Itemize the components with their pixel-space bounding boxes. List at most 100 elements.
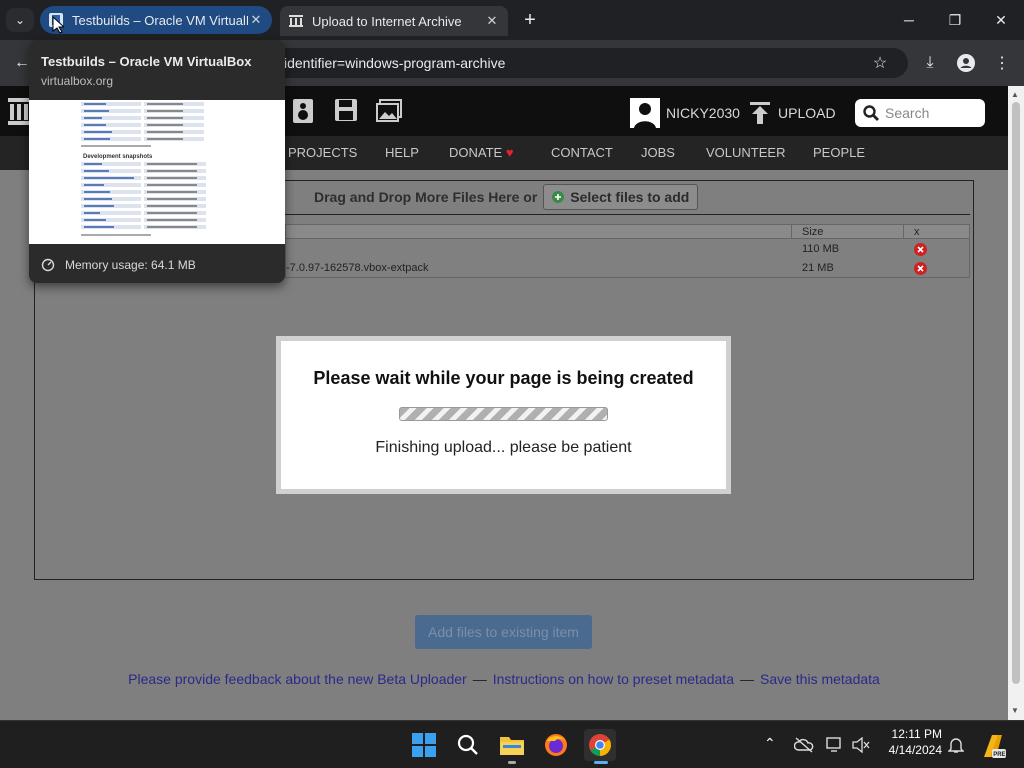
nav-jobs[interactable]: JOBS	[641, 136, 675, 170]
modal-status: Finishing upload... please be patient	[375, 439, 632, 456]
notification-bell-icon[interactable]	[948, 736, 964, 754]
table-row: -7.0.97-162578.vbox-extpack 21 MB	[286, 259, 969, 278]
progress-modal: Please wait while your page is being cre…	[276, 336, 731, 494]
memory-usage-text: Memory usage: 64.1 MB	[65, 258, 196, 272]
profile-icon[interactable]	[954, 51, 978, 75]
nav-donate-label: DONATE	[449, 145, 503, 160]
progress-bar	[399, 407, 608, 421]
svg-text:PRE: PRE	[993, 752, 1005, 758]
minimize-button[interactable]: ─	[886, 0, 932, 40]
network-display-icon[interactable]	[826, 737, 844, 753]
nav-donate[interactable]: DONATE ♥	[449, 136, 514, 170]
upload-link[interactable]: UPLOAD	[750, 100, 836, 126]
search-input[interactable]: Search	[855, 99, 985, 127]
column-divider	[791, 225, 792, 239]
scroll-up-icon[interactable]: ▲	[1011, 90, 1019, 99]
bookmark-star-icon[interactable]: ☆	[868, 51, 892, 75]
address-text: identifier=windows-program-archive	[284, 55, 506, 71]
hover-card-url: virtualbox.org	[41, 74, 114, 88]
drop-zone[interactable]: Drag and Drop More Files Here or Select …	[314, 184, 699, 210]
tab-hover-card: Testbuilds – Oracle VM VirtualBox virtua…	[29, 40, 285, 283]
search-taskbar-icon[interactable]	[452, 729, 484, 761]
select-files-button[interactable]: Select files to add	[543, 184, 699, 210]
tab-close-icon[interactable]: ✕	[484, 13, 500, 29]
gauge-icon	[41, 258, 55, 272]
tab-title: Upload to Internet Archive	[312, 13, 462, 29]
search-icon	[863, 105, 879, 121]
user-account[interactable]: NICKY2030	[630, 98, 740, 128]
close-window-button[interactable]: ✕	[978, 0, 1024, 40]
archive-logo-icon[interactable]	[8, 96, 30, 126]
download-icon[interactable]: ⤓	[918, 51, 942, 75]
nav-help[interactable]: HELP	[385, 136, 419, 170]
clock-time: 12:11 PM	[891, 727, 942, 741]
upload-label: UPLOAD	[778, 105, 836, 121]
upload-arrow-icon	[750, 102, 770, 124]
tab-internet-archive[interactable]: Upload to Internet Archive ✕	[280, 6, 508, 36]
firefox-icon[interactable]	[540, 729, 572, 761]
drop-text: Drag and Drop More Files Here or	[314, 189, 538, 205]
divider	[285, 214, 970, 215]
onedrive-offline-icon[interactable]	[794, 737, 814, 753]
tab-close-icon[interactable]: ✕	[248, 12, 264, 28]
tab-search-button[interactable]: ⌄	[6, 8, 34, 32]
footer-links: Please provide feedback about the new Be…	[0, 671, 1008, 687]
modal-title: Please wait while your page is being cre…	[313, 368, 694, 388]
tab-title: Testbuilds – Oracle VM VirtualBox	[72, 12, 248, 28]
instructions-link[interactable]: Instructions on how to preset metadata	[493, 671, 734, 687]
nav-projects[interactable]: PROJECTS	[288, 136, 357, 170]
remove-header: x	[914, 226, 920, 238]
separator: —	[472, 671, 487, 687]
tab-virtualbox[interactable]: Testbuilds – Oracle VM VirtualBox ✕	[40, 6, 272, 34]
file-name: -7.0.97-162578.vbox-extpack	[286, 262, 429, 274]
select-files-label: Select files to add	[570, 189, 690, 205]
heart-icon: ♥	[505, 145, 514, 160]
remove-file-icon[interactable]	[914, 262, 927, 275]
archive-favicon-icon	[289, 15, 303, 27]
file-size: 21 MB	[802, 262, 834, 274]
add-to-existing-button[interactable]: Add files to existing item	[415, 615, 592, 649]
show-hidden-icons-chevron-icon[interactable]: ⌃	[764, 735, 776, 752]
scrollbar-thumb[interactable]	[1012, 102, 1020, 684]
memory-usage: Memory usage: 64.1 MB	[41, 258, 196, 272]
new-tab-button[interactable]: +	[516, 8, 544, 32]
nav-people[interactable]: PEOPLE	[813, 136, 865, 170]
hover-card-title: Testbuilds – Oracle VM VirtualBox	[41, 54, 252, 69]
progress-modal-body: Please wait while your page is being cre…	[281, 341, 726, 489]
table-header: Size x	[286, 225, 969, 239]
scroll-down-icon[interactable]: ▼	[1011, 706, 1019, 715]
file-size: 110 MB	[802, 243, 840, 255]
separator: —	[739, 671, 754, 687]
column-divider	[903, 225, 904, 239]
chrome-icon[interactable]	[584, 729, 616, 761]
audio-icon[interactable]	[292, 98, 314, 124]
file-explorer-icon[interactable]	[496, 729, 528, 761]
nav-volunteer[interactable]: VOLUNTEER	[706, 136, 785, 170]
file-table: Size x 110 MB -7.0.97-162578.vbox-extpac…	[285, 224, 970, 278]
preview-heading: Development snapshots	[83, 154, 153, 160]
table-row: 110 MB	[286, 240, 969, 259]
add-circle-icon	[552, 191, 565, 203]
user-avatar-icon	[630, 98, 660, 128]
system-clock[interactable]: 12:11 PM 4/14/2024	[850, 726, 942, 758]
remove-file-icon[interactable]	[914, 243, 927, 256]
software-floppy-icon[interactable]	[334, 98, 358, 122]
clock-date: 4/14/2024	[888, 743, 942, 757]
page-preview-image: Development snapshots	[81, 102, 206, 236]
start-windows-icon[interactable]	[408, 729, 440, 761]
running-indicator	[508, 761, 516, 764]
copilot-pre-icon[interactable]: PRE	[980, 731, 1006, 759]
mouse-cursor-icon	[52, 16, 64, 34]
feedback-link[interactable]: Please provide feedback about the new Be…	[128, 671, 467, 687]
search-placeholder: Search	[885, 105, 930, 121]
tab-preview-thumbnail: Development snapshots	[29, 100, 285, 244]
page-scrollbar[interactable]: ▲ ▼	[1008, 86, 1024, 720]
nav-contact[interactable]: CONTACT	[551, 136, 613, 170]
size-header: Size	[802, 226, 824, 238]
images-icon[interactable]	[376, 99, 402, 123]
username: NICKY2030	[666, 105, 740, 121]
restore-button[interactable]: ❐	[932, 0, 978, 40]
active-indicator	[594, 761, 608, 764]
save-metadata-link[interactable]: Save this metadata	[760, 671, 880, 687]
menu-kebab-icon[interactable]: ⋮	[990, 51, 1014, 75]
